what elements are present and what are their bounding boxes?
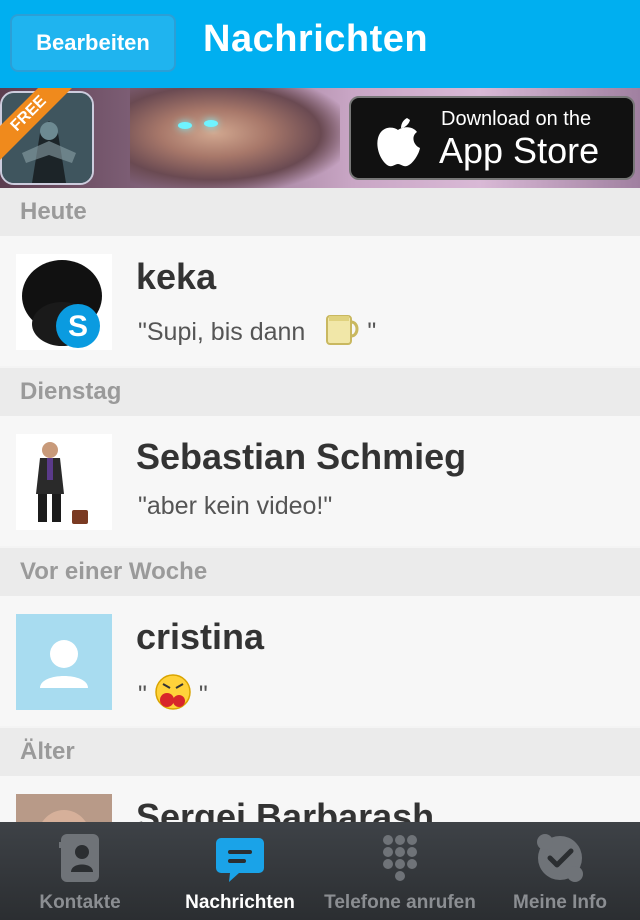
tab-messages[interactable]: Nachrichten	[160, 822, 320, 920]
app-store-line1: Download on the	[441, 108, 592, 130]
tab-label: Meine Info	[513, 892, 607, 913]
message-text: "Supi, bis dann	[138, 318, 306, 346]
message-preview: "Supi, bis dann "	[138, 312, 376, 353]
message-preview: " "	[138, 672, 208, 719]
svg-text:S: S	[68, 310, 88, 343]
contact-name: keka	[136, 256, 217, 297]
message-text: "	[138, 681, 147, 709]
tab-dialpad[interactable]: Telefone anrufen	[320, 822, 480, 920]
app-store-line2: App Store	[439, 130, 600, 171]
nav-bar: Bearbeiten Nachrichten	[0, 0, 640, 88]
conversation-row[interactable]: S keka "Supi, bis dann "	[0, 236, 640, 366]
ad-banner[interactable]: FREE Download on the App Store	[0, 88, 640, 188]
section-header-tuesday: Dienstag	[0, 368, 640, 416]
hero-eye-glow	[204, 120, 218, 127]
section-header-last-week: Vor einer Woche	[0, 548, 640, 596]
contact-name: Sebastian Schmieg	[136, 436, 467, 477]
chat-bubble-icon	[216, 838, 264, 882]
tab-my-info[interactable]: Meine Info	[480, 822, 640, 920]
message-preview: "aber kein video!"	[138, 492, 333, 520]
hero-eye-glow	[178, 122, 192, 129]
angry-emoticon-icon	[153, 672, 193, 719]
edit-button[interactable]: Bearbeiten	[10, 14, 176, 72]
tab-bar: Kontakte Nachrichten Telefone anrufen Me…	[0, 822, 640, 920]
section-header-older: Älter	[0, 728, 640, 776]
avatar: S	[16, 254, 112, 350]
message-text-end: "	[198, 681, 208, 709]
section-header-today: Heute	[0, 188, 640, 236]
apple-logo-icon	[377, 118, 420, 167]
skype-check-icon	[537, 834, 583, 882]
tab-label: Kontakte	[39, 892, 121, 913]
coffee-mug-icon	[323, 312, 361, 353]
contact-name: cristina	[136, 616, 265, 657]
conversation-row[interactable]: cristina " "	[0, 596, 640, 726]
game-hero-art	[130, 88, 340, 188]
page-title: Nachrichten	[203, 18, 429, 60]
dialpad-icon	[383, 835, 417, 881]
tab-label: Nachrichten	[185, 892, 295, 913]
tab-label: Telefone anrufen	[324, 892, 476, 913]
default-avatar-icon	[16, 614, 112, 710]
contacts-icon	[59, 834, 99, 882]
tab-contacts[interactable]: Kontakte	[0, 822, 160, 920]
app-store-badge[interactable]: Download on the App Store	[349, 96, 635, 180]
conversation-row[interactable]: Sebastian Schmieg "aber kein video!"	[0, 416, 640, 546]
message-text-end: "	[367, 318, 377, 346]
avatar	[16, 434, 112, 530]
